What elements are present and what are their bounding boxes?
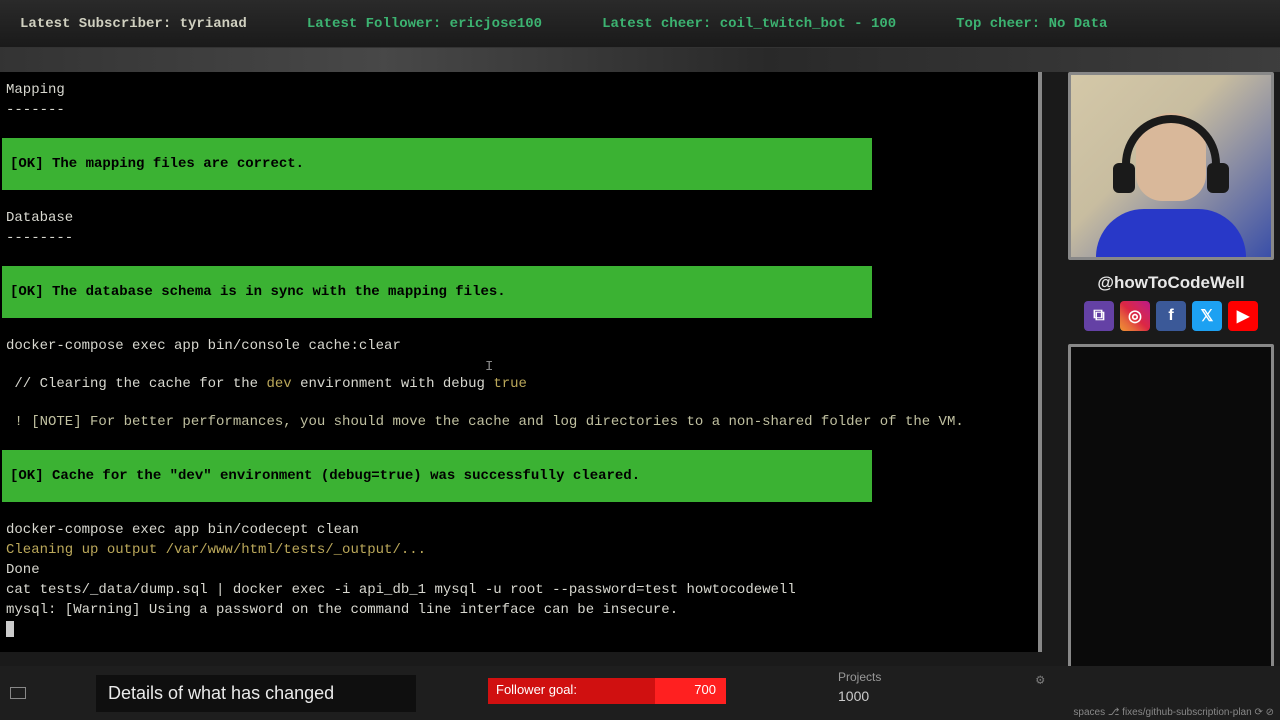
section-underline: -------- xyxy=(0,228,1038,248)
side-panel xyxy=(1068,344,1274,674)
twitch-icon[interactable]: ⧉ xyxy=(1084,301,1114,331)
latest-cheer: Latest cheer: coil_twitch_bot - 100 xyxy=(602,16,896,32)
instagram-icon[interactable]: ◎ xyxy=(1120,301,1150,331)
top-cheer: Top cheer: No Data xyxy=(956,16,1107,32)
ok-block-cache: [OK] Cache for the "dev" environment (de… xyxy=(2,450,872,502)
stream-top-bar: Latest Subscriber: tyrianad Latest Follo… xyxy=(0,0,1280,48)
latest-subscriber: Latest Subscriber: tyrianad xyxy=(20,16,247,32)
gear-icon[interactable]: ⚙ xyxy=(1036,672,1052,688)
status-strip: spaces ⎇ fixes/github-subscription-plan … xyxy=(1073,707,1274,718)
facebook-icon[interactable]: f xyxy=(1156,301,1186,331)
ok-block-mapping: [OK] The mapping files are correct. xyxy=(2,138,872,190)
twitter-icon[interactable]: 𝕏 xyxy=(1192,301,1222,331)
prompt-cursor[interactable] xyxy=(0,620,1038,640)
command-line: cat tests/_data/dump.sql | docker exec -… xyxy=(0,580,1038,600)
ok-block-database: [OK] The database schema is in sync with… xyxy=(2,266,872,318)
channel-handle-block: @howToCodeWell ⧉ ◎ f 𝕏 ▶ xyxy=(1068,264,1274,340)
projects-box: Projects 1000 xyxy=(830,666,1070,720)
youtube-icon[interactable]: ▶ xyxy=(1228,301,1258,331)
section-header-mapping: Mapping xyxy=(0,80,1038,100)
follower-goal-bar: Follower goal: 700 xyxy=(488,678,726,704)
goal-value: 700 xyxy=(694,682,716,697)
background-strip xyxy=(0,48,1280,72)
output-warning: mysql: [Warning] Using a password on the… xyxy=(0,600,1038,620)
output-done: Done xyxy=(0,560,1038,580)
channel-handle: @howToCodeWell xyxy=(1097,273,1244,293)
section-header-database: Database xyxy=(0,208,1038,228)
stream-caption: Details of what has changed xyxy=(96,675,416,712)
terminal[interactable]: Mapping ------- [OK] The mapping files a… xyxy=(0,72,1042,652)
command-line: docker-compose exec app bin/codecept cle… xyxy=(0,520,1038,540)
social-icons: ⧉ ◎ f 𝕏 ▶ xyxy=(1084,301,1258,331)
bottom-bar: Details of what has changed Follower goa… xyxy=(0,666,1280,720)
webcam-feed xyxy=(1068,72,1274,260)
latest-follower: Latest Follower: ericjose100 xyxy=(307,16,542,32)
command-line: docker-compose exec app bin/console cach… xyxy=(0,336,1038,356)
section-underline: ------- xyxy=(0,100,1038,120)
projects-label: Projects xyxy=(838,670,1062,684)
window-icon[interactable] xyxy=(10,687,26,699)
goal-label: Follower goal: xyxy=(496,682,577,697)
projects-value: 1000 xyxy=(838,688,1062,704)
output-cleaning: Cleaning up output /var/www/html/tests/_… xyxy=(0,540,1038,560)
output-comment: // Clearing the cache for the dev enviro… xyxy=(0,374,1038,394)
output-note: ! [NOTE] For better performances, you sh… xyxy=(0,412,1038,432)
